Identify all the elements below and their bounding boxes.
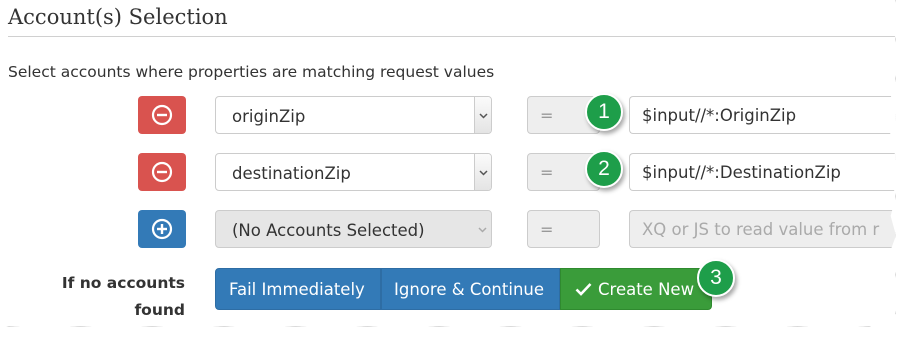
value-expression-placeholder: XQ or JS to read value from r	[642, 220, 880, 239]
chevron-updown-icon	[479, 170, 488, 176]
property-select: (No Accounts Selected)	[215, 210, 492, 248]
fail-immediately-button[interactable]: Fail Immediately	[215, 268, 381, 310]
value-expression-input[interactable]: XQ or JS to read value from r	[629, 210, 896, 248]
callout-badge: 3	[697, 259, 735, 297]
value-expression-input[interactable]: $input//*:DestinationZip	[629, 153, 896, 191]
title-divider	[8, 36, 895, 37]
property-select-value: (No Accounts Selected)	[232, 221, 425, 240]
chevron-updown-icon	[478, 227, 487, 233]
condition-row: originZip = 1 $input//*:OriginZip	[0, 93, 896, 134]
select-arrow	[474, 211, 491, 247]
check-icon	[575, 283, 592, 296]
minus-circle-icon	[151, 104, 173, 126]
remove-condition-button[interactable]	[138, 96, 186, 134]
value-expression-input[interactable]: $input//*:OriginZip	[629, 96, 896, 134]
property-select-value: originZip	[232, 107, 306, 126]
no-accounts-label: If no accounts found	[61, 274, 185, 319]
value-expression-text: $input//*:DestinationZip	[642, 163, 841, 182]
operator-field: =	[527, 210, 600, 248]
remove-condition-button[interactable]	[138, 153, 186, 191]
condition-row: destinationZip = 2 $input//*:Destination…	[0, 150, 896, 191]
section-description: Select accounts where properties are mat…	[8, 63, 495, 81]
property-select-value: destinationZip	[232, 164, 351, 183]
select-arrow[interactable]	[474, 97, 491, 133]
callout-badge: 1	[585, 93, 623, 131]
new-condition-row: (No Accounts Selected) = XQ or JS to rea…	[0, 208, 896, 248]
chevron-updown-icon	[479, 113, 488, 119]
account-selection-panel: Account(s) Selection Select accounts whe…	[0, 0, 896, 327]
minus-circle-icon	[151, 161, 173, 183]
select-arrow[interactable]	[474, 154, 491, 190]
ignore-continue-button[interactable]: Ignore & Continue	[381, 268, 560, 310]
value-expression-text: $input//*:OriginZip	[642, 106, 797, 125]
callout-badge: 2	[585, 150, 623, 188]
plus-circle-icon	[151, 218, 173, 240]
section-title: Account(s) Selection	[8, 5, 228, 29]
create-new-button[interactable]: Create New	[560, 268, 712, 310]
add-condition-button[interactable]	[138, 210, 186, 248]
property-select[interactable]: originZip	[215, 96, 492, 134]
property-select[interactable]: destinationZip	[215, 153, 492, 191]
